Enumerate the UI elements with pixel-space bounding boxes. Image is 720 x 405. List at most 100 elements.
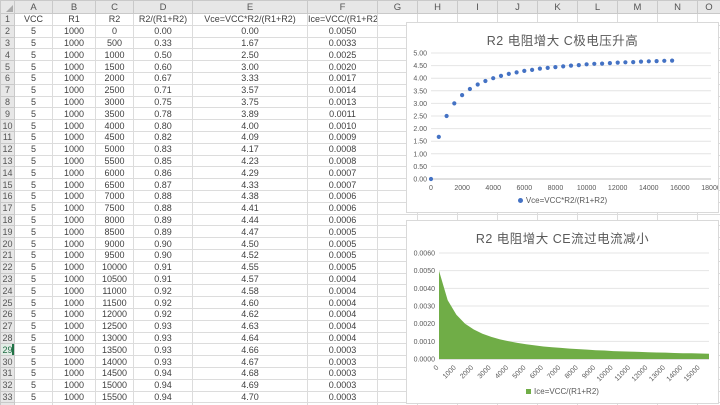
cell-E15[interactable]: 4.33 xyxy=(193,179,308,191)
cell-E22[interactable]: 4.55 xyxy=(193,261,308,273)
row-header-1[interactable]: 1 xyxy=(1,14,15,26)
cell-C7[interactable]: 2500 xyxy=(96,84,134,96)
cell-A2[interactable]: 5 xyxy=(15,25,53,37)
cell-C6[interactable]: 2000 xyxy=(96,72,134,84)
cell-E9[interactable]: 3.89 xyxy=(193,108,308,120)
cell-A21[interactable]: 5 xyxy=(15,249,53,261)
cell-C20[interactable]: 9000 xyxy=(96,238,134,250)
cell-B1[interactable]: R1 xyxy=(53,14,96,26)
row-header-13[interactable]: 13 xyxy=(1,155,15,167)
cell-B22[interactable]: 1000 xyxy=(53,261,96,273)
cell-D2[interactable]: 0.00 xyxy=(134,25,193,37)
cell-B19[interactable]: 1000 xyxy=(53,226,96,238)
cell-F30[interactable]: 0.0003 xyxy=(308,356,378,368)
cell-E3[interactable]: 1.67 xyxy=(193,37,308,49)
cell-F12[interactable]: 0.0008 xyxy=(308,143,378,155)
cell-F5[interactable]: 0.0020 xyxy=(308,61,378,73)
cell-F26[interactable]: 0.0004 xyxy=(308,308,378,320)
cell-B21[interactable]: 1000 xyxy=(53,249,96,261)
cell-A4[interactable]: 5 xyxy=(15,49,53,61)
row-header-2[interactable]: 2 xyxy=(1,25,15,37)
cell-E17[interactable]: 4.41 xyxy=(193,202,308,214)
column-header-I[interactable]: I xyxy=(458,1,498,14)
cell-E30[interactable]: 4.67 xyxy=(193,356,308,368)
cell-A24[interactable]: 5 xyxy=(15,285,53,297)
row-header-29[interactable]: 29 xyxy=(1,344,15,356)
cell-F13[interactable]: 0.0008 xyxy=(308,155,378,167)
cell-D17[interactable]: 0.88 xyxy=(134,202,193,214)
cell-D32[interactable]: 0.94 xyxy=(134,379,193,391)
cell-E10[interactable]: 4.00 xyxy=(193,120,308,132)
cell-B32[interactable]: 1000 xyxy=(53,379,96,391)
cell-A3[interactable]: 5 xyxy=(15,37,53,49)
cell-F31[interactable]: 0.0003 xyxy=(308,367,378,379)
cell-D8[interactable]: 0.75 xyxy=(134,96,193,108)
cell-F17[interactable]: 0.0006 xyxy=(308,202,378,214)
row-header-16[interactable]: 16 xyxy=(1,190,15,202)
cell-C26[interactable]: 12000 xyxy=(96,308,134,320)
cell-B4[interactable]: 1000 xyxy=(53,49,96,61)
cell-D28[interactable]: 0.93 xyxy=(134,332,193,344)
cell-B30[interactable]: 1000 xyxy=(53,356,96,368)
row-header-27[interactable]: 27 xyxy=(1,320,15,332)
cell-C27[interactable]: 12500 xyxy=(96,320,134,332)
cell-F20[interactable]: 0.0005 xyxy=(308,238,378,250)
cell-E7[interactable]: 3.57 xyxy=(193,84,308,96)
row-header-5[interactable]: 5 xyxy=(1,61,15,73)
cell-B11[interactable]: 1000 xyxy=(53,131,96,143)
cell-B6[interactable]: 1000 xyxy=(53,72,96,84)
cell-D27[interactable]: 0.93 xyxy=(134,320,193,332)
row-header-23[interactable]: 23 xyxy=(1,273,15,285)
cell-F24[interactable]: 0.0004 xyxy=(308,285,378,297)
column-header-D[interactable]: D xyxy=(134,1,193,14)
cell-B5[interactable]: 1000 xyxy=(53,61,96,73)
cell-A5[interactable]: 5 xyxy=(15,61,53,73)
cell-B20[interactable]: 1000 xyxy=(53,238,96,250)
row-header-25[interactable]: 25 xyxy=(1,297,15,309)
cell-E6[interactable]: 3.33 xyxy=(193,72,308,84)
row-header-21[interactable]: 21 xyxy=(1,249,15,261)
cell-A15[interactable]: 5 xyxy=(15,179,53,191)
cell-C12[interactable]: 5000 xyxy=(96,143,134,155)
cell-F6[interactable]: 0.0017 xyxy=(308,72,378,84)
cell-C33[interactable]: 15500 xyxy=(96,391,134,403)
cell-F2[interactable]: 0.0050 xyxy=(308,25,378,37)
cell-D22[interactable]: 0.91 xyxy=(134,261,193,273)
row-header-32[interactable]: 32 xyxy=(1,379,15,391)
cell-C15[interactable]: 6500 xyxy=(96,179,134,191)
cell-E12[interactable]: 4.17 xyxy=(193,143,308,155)
cell-F1[interactable]: Ice=VCC/(R1+R2) xyxy=(308,14,378,26)
cell-E24[interactable]: 4.58 xyxy=(193,285,308,297)
cell-B7[interactable]: 1000 xyxy=(53,84,96,96)
cell-F33[interactable]: 0.0003 xyxy=(308,391,378,403)
cell-D7[interactable]: 0.71 xyxy=(134,84,193,96)
cell-A8[interactable]: 5 xyxy=(15,96,53,108)
cell-A10[interactable]: 5 xyxy=(15,120,53,132)
cell-F28[interactable]: 0.0004 xyxy=(308,332,378,344)
row-header-26[interactable]: 26 xyxy=(1,308,15,320)
cell-D6[interactable]: 0.67 xyxy=(134,72,193,84)
cell-F22[interactable]: 0.0005 xyxy=(308,261,378,273)
cell-D19[interactable]: 0.89 xyxy=(134,226,193,238)
cell-F29[interactable]: 0.0003 xyxy=(308,344,378,356)
cell-A33[interactable]: 5 xyxy=(15,391,53,403)
select-all-corner[interactable] xyxy=(1,1,15,14)
cell-D10[interactable]: 0.80 xyxy=(134,120,193,132)
cell-C23[interactable]: 10500 xyxy=(96,273,134,285)
row-header-17[interactable]: 17 xyxy=(1,202,15,214)
cell-E16[interactable]: 4.38 xyxy=(193,190,308,202)
cell-C19[interactable]: 8500 xyxy=(96,226,134,238)
row-header-19[interactable]: 19 xyxy=(1,226,15,238)
cell-C22[interactable]: 10000 xyxy=(96,261,134,273)
cell-E14[interactable]: 4.29 xyxy=(193,167,308,179)
cell-E32[interactable]: 4.69 xyxy=(193,379,308,391)
row-header-31[interactable]: 31 xyxy=(1,367,15,379)
row-header-8[interactable]: 8 xyxy=(1,96,15,108)
cell-D3[interactable]: 0.33 xyxy=(134,37,193,49)
cell-E27[interactable]: 4.63 xyxy=(193,320,308,332)
cell-B3[interactable]: 1000 xyxy=(53,37,96,49)
row-header-10[interactable]: 10 xyxy=(1,120,15,132)
cell-C18[interactable]: 8000 xyxy=(96,214,134,226)
column-header-K[interactable]: K xyxy=(538,1,578,14)
cell-A7[interactable]: 5 xyxy=(15,84,53,96)
